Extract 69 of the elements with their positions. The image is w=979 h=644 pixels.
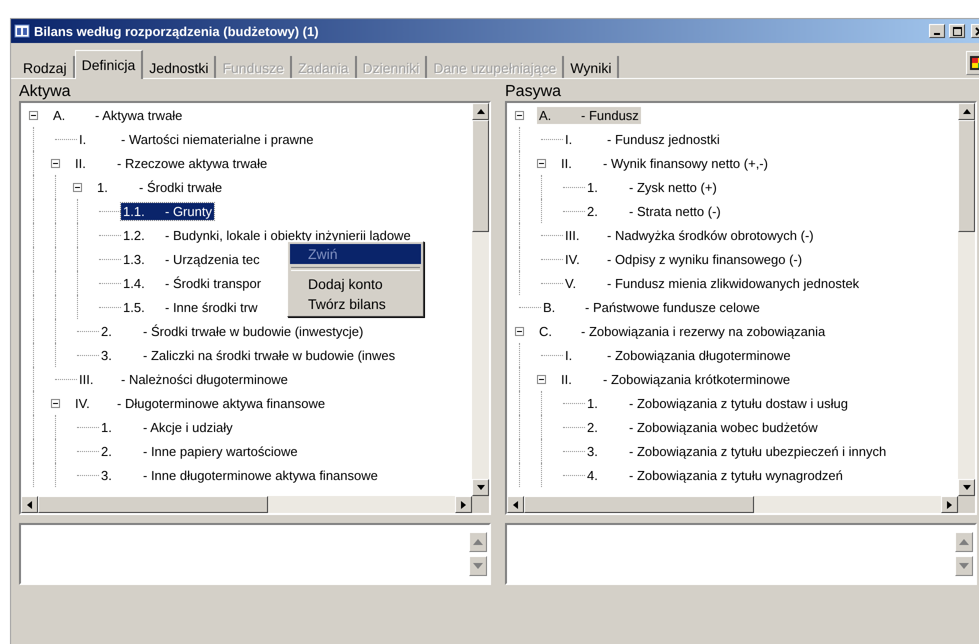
tree-item[interactable]: I. - Fundusz jednostki bbox=[563, 130, 722, 148]
tree-item[interactable]: C. - Zobowiązania i rezerwy na zobowiązania bbox=[537, 322, 828, 340]
scrollbar-corner bbox=[472, 496, 489, 513]
tree-item[interactable]: 1. - Środki trwałe bbox=[95, 178, 224, 196]
panel-title: Pasywa bbox=[505, 83, 562, 101]
tree-item[interactable]: I. - Zobowiązania długoterminowe bbox=[563, 346, 793, 364]
tree-item[interactable]: A. - Fundusz bbox=[537, 106, 641, 124]
scroll-down-arrow-icon[interactable] bbox=[476, 485, 484, 490]
tree-item[interactable]: 1. - Akcje i udziały bbox=[99, 418, 235, 436]
window-app-icon bbox=[14, 23, 30, 39]
maximize-icon bbox=[952, 26, 962, 36]
tree-item[interactable]: 1.4. - Środki transpor bbox=[121, 274, 264, 292]
tree-item[interactable]: A. - Aktywa trwałe bbox=[51, 106, 184, 124]
horizontal-scrollbar[interactable] bbox=[21, 496, 489, 513]
scroll-up-arrow-icon[interactable] bbox=[962, 109, 970, 114]
tree-item[interactable]: IV. - Odpisy z wyniku finansowego (-) bbox=[563, 250, 804, 268]
scroll-right-arrow-icon[interactable] bbox=[947, 500, 952, 508]
tree-item[interactable]: II. - Wynik finansowy netto (+,-) bbox=[559, 154, 770, 172]
window-title: Bilans według rozporządzenia (budżetowy) (1) bbox=[34, 24, 319, 38]
vertical-scrollbar[interactable] bbox=[958, 103, 975, 496]
tree-item[interactable]: 3. - Zaliczki na środki trwałe w budowie (inwes bbox=[99, 346, 398, 364]
scroll-up-button[interactable] bbox=[955, 532, 973, 552]
scroll-down-arrow-icon[interactable] bbox=[962, 485, 970, 490]
tree-item[interactable]: 2. - Strata netto (-) bbox=[585, 202, 723, 220]
down-arrow-icon bbox=[473, 563, 483, 569]
tree-item[interactable]: 3. - Inne długoterminowe aktywa finansowe bbox=[99, 466, 380, 484]
tree-item[interactable]: II. - Zobowiązania krótkoterminowe bbox=[559, 370, 792, 388]
text-area[interactable] bbox=[505, 523, 977, 585]
scroll-right-arrow-icon[interactable] bbox=[461, 500, 466, 508]
tree-item[interactable]: 2. - Środki trwałe w budowie (inwestycje) bbox=[99, 322, 366, 340]
menu-item[interactable]: Dodaj konto bbox=[290, 274, 421, 294]
tab[interactable]: Wyniki bbox=[564, 56, 620, 78]
scroll-up-button[interactable] bbox=[469, 532, 487, 552]
tab[interactable]: Jednostki bbox=[143, 56, 216, 78]
tree-item[interactable]: III. - Nadwyżka środków obrotowych (-) bbox=[563, 226, 816, 244]
down-arrow-icon bbox=[959, 563, 969, 569]
tree-item[interactable]: 2. - Zobowiązania wobec budżetów bbox=[585, 418, 820, 436]
tree-item[interactable]: 1.5. - Inne środki trw bbox=[121, 298, 260, 316]
scroll-left-arrow-icon[interactable] bbox=[513, 500, 518, 508]
up-arrow-icon bbox=[959, 539, 969, 545]
tree-item[interactable]: 1. - Zobowiązania z tytułu dostaw i usług bbox=[585, 394, 850, 412]
minimize-icon bbox=[934, 32, 940, 34]
tab[interactable]: Definicja bbox=[74, 50, 144, 79]
scroll-left-arrow-icon[interactable] bbox=[27, 500, 32, 508]
horizontal-scrollbar[interactable] bbox=[507, 496, 975, 513]
panel-title: Aktywa bbox=[19, 83, 72, 101]
scroll-down-button[interactable] bbox=[469, 556, 487, 576]
maximize-button[interactable] bbox=[949, 24, 965, 38]
tree-item[interactable]: III. - Należności długoterminowe bbox=[77, 370, 290, 388]
text-area[interactable] bbox=[19, 523, 491, 585]
tree-item[interactable]: 1.3. - Urządzenia tec bbox=[121, 250, 262, 268]
tree-item[interactable]: I. - Wartości niematerialne i prawne bbox=[77, 130, 316, 148]
tree-item[interactable]: 3. - Zobowiązania z tytułu ubezpieczeń i innych bbox=[585, 442, 888, 460]
tree-item[interactable]: 1. - Zysk netto (+) bbox=[585, 178, 719, 196]
scrollbar-corner bbox=[958, 496, 975, 513]
minimize-button[interactable] bbox=[929, 24, 945, 38]
tree-item[interactable]: B. - Państwowe fundusze celowe bbox=[541, 298, 762, 316]
up-arrow-icon bbox=[473, 539, 483, 545]
tree-item[interactable]: 1.1. - Grunty bbox=[121, 202, 214, 220]
tree-item[interactable]: IV. - Długoterminowe aktywa finansowe bbox=[73, 394, 328, 412]
tree-item[interactable]: 4. - Zobowiązania z tytułu wynagrodzeń bbox=[585, 466, 845, 484]
tree-item[interactable]: II. - Rzeczowe aktywa trwałe bbox=[73, 154, 270, 172]
scroll-up-arrow-icon[interactable] bbox=[476, 109, 484, 114]
tree-item[interactable]: 1.2. - Budynki, lokale i obiekty inżynierii lądowe bbox=[121, 226, 413, 244]
vertical-scrollbar[interactable] bbox=[472, 103, 489, 496]
menu-item[interactable]: Twórz bilans bbox=[290, 294, 421, 314]
scroll-down-button[interactable] bbox=[955, 556, 973, 576]
tree-item[interactable]: V. - Fundusz mienia zlikwidowanych jednostek bbox=[563, 274, 862, 292]
tree-item[interactable]: 2. - Inne papiery wartościowe bbox=[99, 442, 300, 460]
